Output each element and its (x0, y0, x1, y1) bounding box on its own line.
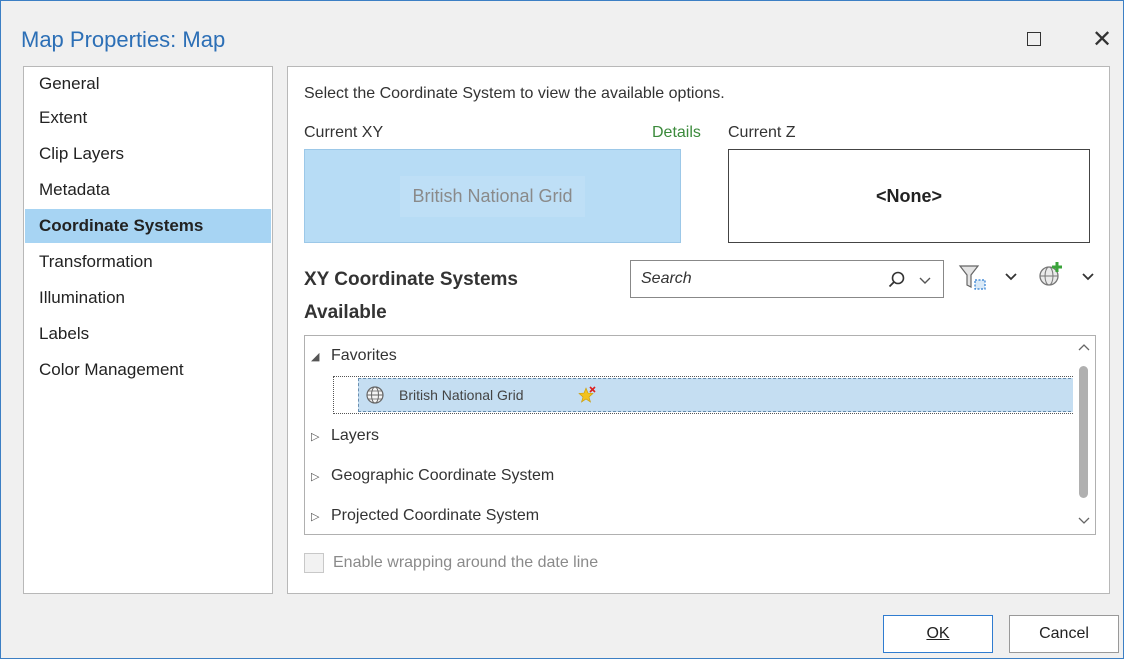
sidebar-item-transformation[interactable]: Transformation (25, 245, 271, 279)
search-input[interactable] (639, 268, 859, 290)
selected-row[interactable]: British National Grid (358, 378, 1076, 412)
scroll-thumb[interactable] (1079, 366, 1088, 498)
collapsed-triangle-icon[interactable]: ▷ (311, 430, 331, 443)
add-chevron-icon[interactable] (1081, 270, 1095, 284)
collapsed-triangle-icon[interactable]: ▷ (311, 470, 331, 483)
current-xy-value: British National Grid (400, 175, 585, 217)
tree-node-favorites[interactable]: ◢ Favorites (311, 339, 397, 373)
tree-node-geographic[interactable]: ▷ Geographic Coordinate System (311, 459, 554, 493)
current-xy-label: Current XY (304, 124, 384, 141)
details-link[interactable]: Details (652, 124, 701, 142)
search-icon[interactable] (887, 270, 907, 290)
instruction-text: Select the Coordinate System to view the… (304, 85, 725, 102)
sidebar-item-metadata[interactable]: Metadata (25, 173, 271, 207)
favorite-item-british-national-grid[interactable]: British National Grid (333, 376, 1077, 414)
sidebar-item-labels[interactable]: Labels (25, 317, 271, 351)
collapsed-triangle-icon[interactable]: ▷ (311, 510, 331, 523)
dialog-title: Map Properties: Map (21, 27, 226, 52)
sidebar-item-coordinate-systems[interactable]: Coordinate Systems (25, 209, 271, 243)
ok-button[interactable]: OK (883, 615, 993, 653)
close-button[interactable]: ✕ (1090, 25, 1114, 53)
sidebar: General Extent Clip Layers Metadata Coor… (23, 66, 273, 594)
filter-icon[interactable] (958, 263, 988, 293)
map-properties-dialog: Map Properties: Map ✕ General Extent Cli… (0, 0, 1124, 659)
expanded-triangle-icon[interactable]: ◢ (311, 350, 331, 363)
favorite-item-label: British National Grid (399, 387, 524, 403)
wrap-date-line-checkbox[interactable] (304, 553, 324, 573)
coordinate-systems-panel: Select the Coordinate System to view the… (287, 66, 1110, 594)
sidebar-item-general[interactable]: General (25, 67, 271, 101)
search-box[interactable] (630, 260, 944, 298)
tree-scrollbar[interactable] (1073, 336, 1095, 534)
close-icon: ✕ (1091, 25, 1113, 53)
remove-favorite-icon[interactable] (577, 386, 596, 404)
scroll-up-icon[interactable] (1078, 342, 1090, 352)
wrap-date-line-option: Enable wrapping around the date line (304, 553, 598, 573)
current-z-box[interactable]: <None> (728, 149, 1090, 243)
maximize-icon (1027, 32, 1041, 46)
globe-icon (366, 386, 384, 404)
cancel-button[interactable]: Cancel (1009, 615, 1119, 653)
filter-chevron-icon[interactable] (1004, 270, 1018, 284)
tree-node-projected[interactable]: ▷ Projected Coordinate System (311, 499, 539, 533)
coordinate-system-tree: ◢ Favorites British National Grid ▷ Laye… (304, 335, 1096, 535)
chevron-down-icon[interactable] (919, 274, 931, 286)
scroll-down-icon[interactable] (1078, 516, 1090, 526)
current-z-value: <None> (875, 185, 943, 206)
available-heading: XY Coordinate Systems Available (304, 269, 519, 323)
current-xy-box[interactable]: British National Grid (304, 149, 681, 243)
sidebar-item-extent[interactable]: Extent (25, 101, 271, 135)
sidebar-item-clip-layers[interactable]: Clip Layers (25, 137, 271, 171)
add-coordinate-system-icon[interactable] (1037, 260, 1065, 288)
maximize-button[interactable] (1022, 27, 1046, 51)
current-z-label: Current Z (728, 124, 796, 141)
sidebar-item-illumination[interactable]: Illumination (25, 281, 271, 315)
sidebar-item-color-management[interactable]: Color Management (25, 353, 271, 387)
wrap-date-line-label: Enable wrapping around the date line (333, 554, 599, 571)
tree-node-layers[interactable]: ▷ Layers (311, 419, 379, 453)
